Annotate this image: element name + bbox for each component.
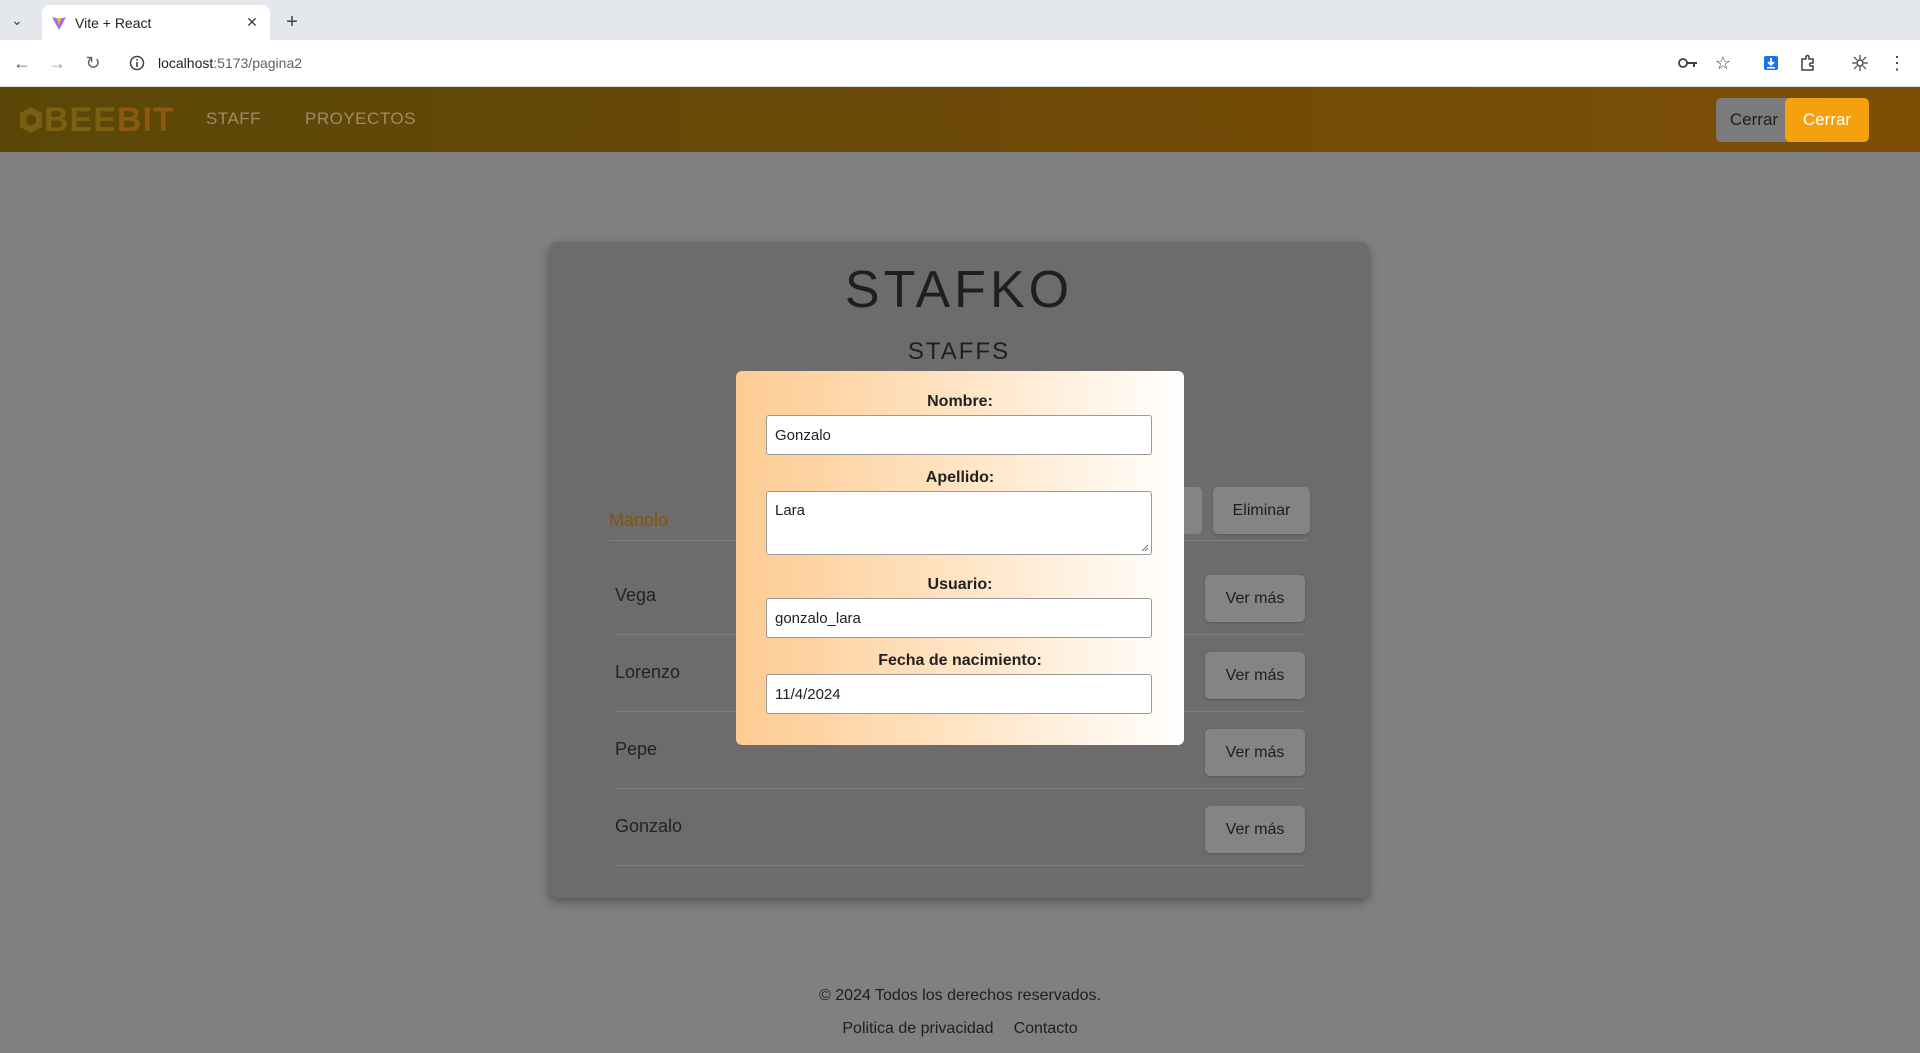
- nav-link-staff[interactable]: STAFF: [206, 109, 261, 129]
- page-title: STAFKO: [844, 261, 1074, 319]
- footer-copyright: © 2024 Todos los derechos reservados.: [819, 987, 1101, 1004]
- menu-icon[interactable]: ⋮: [1882, 48, 1912, 78]
- download-icon[interactable]: [1756, 48, 1786, 78]
- logo-bit: BIT: [116, 100, 175, 139]
- cerrar-button-secondary[interactable]: Cerrar: [1716, 98, 1792, 142]
- staff-name: Pepe: [615, 739, 658, 759]
- beebit-logo[interactable]: BEEBIT: [18, 101, 175, 140]
- app-navbar: BEEBIT STAFF PROYECTOS: [0, 87, 1920, 152]
- back-icon[interactable]: ←: [7, 48, 37, 78]
- nav-link-proyectos[interactable]: PROYECTOS: [305, 109, 416, 129]
- resize-handle-icon[interactable]: [1141, 544, 1149, 552]
- apellido-value: Lara: [775, 502, 806, 519]
- vite-icon: [51, 15, 67, 31]
- apellido-label: Apellido:: [925, 469, 995, 486]
- footer-links: Politica de privacidad Contacto: [0, 1020, 1920, 1038]
- nombre-field[interactable]: Gonzalo: [766, 415, 1152, 455]
- url-host: localhost: [158, 55, 214, 71]
- browser-tab-bar: ⌄ Vite + React ✕ +: [0, 0, 1920, 40]
- reload-icon[interactable]: ↻: [78, 48, 108, 78]
- usuario-field[interactable]: gonzalo_lara: [766, 598, 1152, 638]
- forward-icon[interactable]: →: [42, 48, 72, 78]
- close-icon[interactable]: ✕: [240, 11, 264, 35]
- info-icon[interactable]: [124, 50, 150, 76]
- usuario-label: Usuario:: [927, 576, 993, 593]
- staff-name: Gonzalo: [615, 816, 683, 836]
- list-item: Gonzalo Ver más: [615, 788, 1305, 866]
- extensions-icon[interactable]: [1793, 48, 1823, 78]
- ver-mas-button[interactable]: Ver más: [1205, 652, 1305, 699]
- logo-bee: BEE: [44, 100, 117, 139]
- nombre-label: Nombre:: [927, 393, 993, 410]
- cerrar-button[interactable]: Cerrar: [1785, 98, 1869, 142]
- ver-mas-button[interactable]: Ver más: [1205, 806, 1305, 853]
- tab-title: Vite + React: [75, 14, 152, 31]
- address-bar[interactable]: localhost:5173/pagina2: [124, 46, 1684, 80]
- delete-button[interactable]: Eliminar: [1213, 487, 1310, 534]
- ver-mas-button[interactable]: Ver más: [1205, 729, 1305, 776]
- staff-name: Lorenzo: [615, 662, 681, 682]
- browser-tab[interactable]: Vite + React ✕: [42, 5, 270, 40]
- staff-name: Vega: [615, 585, 657, 605]
- new-tab-button[interactable]: +: [278, 8, 306, 36]
- privacy-link[interactable]: Politica de privacidad: [842, 1020, 993, 1038]
- section-title: STAFFS: [907, 338, 1011, 365]
- profile-icon[interactable]: [1845, 48, 1875, 78]
- contact-link[interactable]: Contacto: [1014, 1020, 1078, 1038]
- staff-name: Manolo: [609, 510, 669, 530]
- staff-detail-modal: Nombre: Gonzalo Apellido: Lara Usuario: …: [736, 371, 1184, 745]
- key-icon[interactable]: [1673, 48, 1703, 78]
- url-text: localhost:5173/pagina2: [158, 55, 302, 71]
- apellido-textarea[interactable]: Lara: [766, 491, 1152, 555]
- browser-toolbar: ← → ↻ localhost:5173/pagina2 ☆ ⋮: [0, 40, 1920, 87]
- fecha-label: Fecha de nacimiento:: [878, 652, 1042, 669]
- ver-mas-button[interactable]: Ver más: [1205, 575, 1305, 622]
- star-icon[interactable]: ☆: [1708, 48, 1738, 78]
- hexagon-logo-icon: [20, 107, 42, 133]
- tab-search-button[interactable]: ⌄: [0, 5, 34, 35]
- fecha-field[interactable]: 11/4/2024: [766, 674, 1152, 714]
- url-path: :5173/pagina2: [213, 55, 303, 71]
- logo-text: BEEBIT: [44, 101, 175, 140]
